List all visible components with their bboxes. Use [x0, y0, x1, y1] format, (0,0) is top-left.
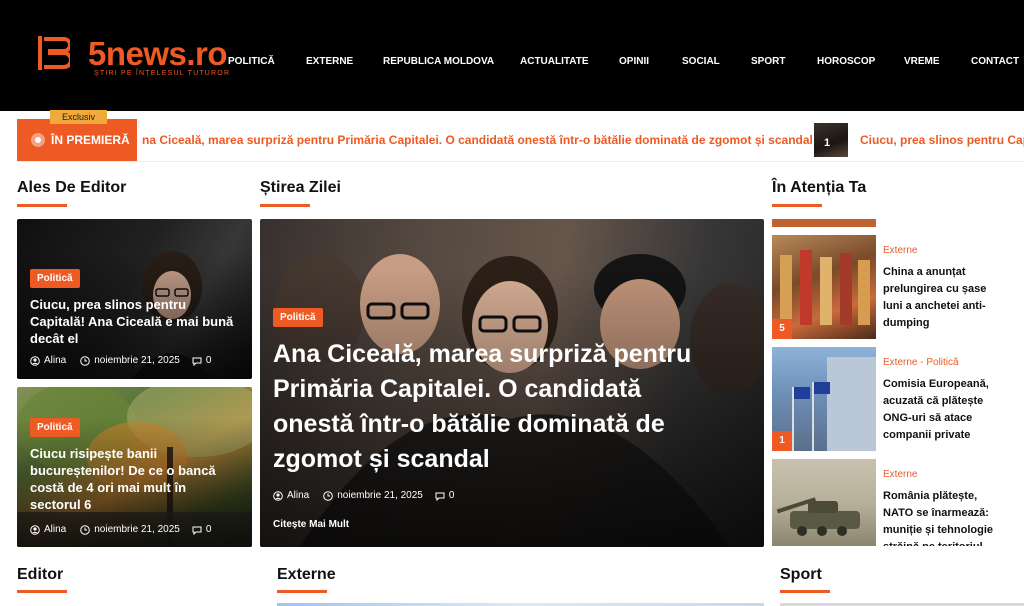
post-date: noiembrie 21, 2025 [94, 524, 180, 535]
attention-item[interactable]: 5 Externe China a anunțat prelungirea cu… [772, 235, 1024, 339]
ticker-headline[interactable]: Ciucu, prea slinos pentru Capi [860, 133, 1024, 147]
card-meta: Alina noiembrie 21, 2025 0 [30, 524, 211, 535]
logo-tagline: ȘTIRI PE ÎNȚELESUL TUTUROR [94, 70, 231, 77]
section-underline [780, 590, 830, 593]
site-header: 5news.ro ȘTIRI PE ÎNȚELESUL TUTUROR POLI… [0, 0, 1024, 111]
clock-icon [80, 355, 91, 366]
rank-number: 1 [772, 431, 792, 451]
author-name[interactable]: Alina [44, 524, 66, 535]
attention-item[interactable]: 1 Externe - Politică Comisia Europeană, … [772, 347, 1024, 451]
attention-title[interactable]: China a anunțat prelungirea cu șase luni… [883, 264, 993, 332]
ticker-label: ÎN PREMIERĂ [17, 119, 137, 161]
category-badge[interactable]: Politică [30, 418, 80, 437]
attention-title[interactable]: Comisia Europeană, acuzată că plătește O… [883, 376, 993, 444]
hero-card[interactable]: Politică Ana Ciceală, marea surpriză pen… [260, 219, 764, 547]
category-label[interactable]: Externe [883, 245, 917, 256]
nav-item-actualitate[interactable]: ACTUALITATE [520, 56, 589, 67]
site-logo[interactable]: 5news.ro ȘTIRI PE ÎNȚELESUL TUTUROR [38, 36, 229, 82]
user-icon [273, 490, 283, 501]
card-title[interactable]: Ciucu, prea slinos pentru Capitală! Ana … [30, 296, 240, 347]
ticker-divider [17, 161, 1024, 162]
nav-item-opinii[interactable]: OPINII [619, 56, 649, 67]
attention-thumbnail[interactable]: 5 [772, 235, 876, 339]
hero-title[interactable]: Ana Ciceală, marea surpriză pentru Primă… [273, 337, 713, 477]
logo-mark-icon [38, 36, 70, 70]
editor-card[interactable]: Politică Ciucu risipește banii bucurește… [17, 387, 252, 547]
nav-item-contact[interactable]: CONTACT [971, 56, 1019, 67]
read-more-link[interactable]: Citește Mai Mult [273, 519, 349, 530]
post-date: noiembrie 21, 2025 [94, 355, 180, 366]
comment-icon [435, 492, 445, 501]
logo-text: 5news.ro [88, 35, 228, 72]
ticker-label-text: ÎN PREMIERĂ [51, 133, 130, 147]
clock-icon [80, 524, 91, 535]
nav-item-horoscop[interactable]: HOROSCOP [817, 56, 875, 67]
attention-thumbnail[interactable] [772, 459, 876, 546]
attention-item[interactable]: Externe România plătește, NATO se înarme… [772, 459, 1024, 546]
ticker-headline[interactable]: na Ciceală, marea surpriză pentru Primăr… [142, 133, 813, 147]
section-underline [772, 204, 822, 207]
clock-icon [323, 490, 334, 501]
nav-item-sport[interactable]: SPORT [751, 56, 785, 67]
nav-item-politica[interactable]: POLITICĂ [228, 56, 275, 67]
nav-item-republica-moldova[interactable]: REPUBLICA MOLDOVA [383, 56, 494, 67]
hero-meta: Alina noiembrie 21, 2025 0 [273, 490, 454, 501]
post-date: noiembrie 21, 2025 [337, 490, 423, 501]
user-icon [30, 355, 40, 366]
section-underline [260, 204, 310, 207]
comment-icon [192, 357, 202, 366]
comment-count: 0 [205, 355, 212, 366]
ticker-thumbnail[interactable]: 1 [814, 123, 848, 157]
rank-number: 5 [772, 319, 792, 339]
comment-count: 0 [448, 490, 455, 501]
exclusive-tag: Exclusiv [50, 110, 108, 124]
editor-card[interactable]: Politică Ciucu, prea slinos pentru Capit… [17, 219, 252, 379]
user-icon [30, 524, 40, 535]
section-underline [277, 590, 327, 593]
section-underline [17, 590, 67, 593]
thumbnail-photo [776, 497, 860, 536]
section-title-editor: Editor [17, 566, 64, 583]
sidebar-partial-image [772, 219, 876, 227]
nav-item-vreme[interactable]: VREME [904, 56, 940, 67]
category-badge[interactable]: Politică [273, 308, 323, 327]
comment-icon [192, 526, 202, 535]
section-title-sport: Sport [780, 566, 822, 583]
nav-item-social[interactable]: SOCIAL [682, 56, 720, 67]
nav-item-externe[interactable]: EXTERNE [306, 56, 353, 67]
breaking-ticker: ÎN PREMIERĂ Exclusiv na Ciceală, marea s… [17, 110, 1024, 162]
author-name[interactable]: Alina [287, 490, 309, 501]
comment-count: 0 [205, 524, 212, 535]
live-dot-icon [31, 133, 45, 147]
category-label[interactable]: Externe [883, 469, 917, 480]
author-name[interactable]: Alina [44, 355, 66, 366]
section-title-attention: În Atenția Ta [772, 179, 867, 196]
card-meta: Alina noiembrie 21, 2025 0 [30, 355, 211, 366]
section-title-editor-pick: Ales De Editor [17, 179, 127, 196]
category-badge[interactable]: Politică [30, 269, 80, 288]
attention-thumbnail[interactable]: 1 [772, 347, 876, 451]
section-title-externe: Externe [277, 566, 336, 583]
section-title-story-of-day: Știrea Zilei [260, 179, 341, 196]
attention-title[interactable]: România plătește, NATO se înarmează: mun… [883, 488, 993, 546]
category-label[interactable]: Externe - Politică [883, 357, 959, 368]
section-underline [17, 204, 67, 207]
card-title[interactable]: Ciucu risipește banii bucureștenilor! De… [30, 445, 225, 513]
